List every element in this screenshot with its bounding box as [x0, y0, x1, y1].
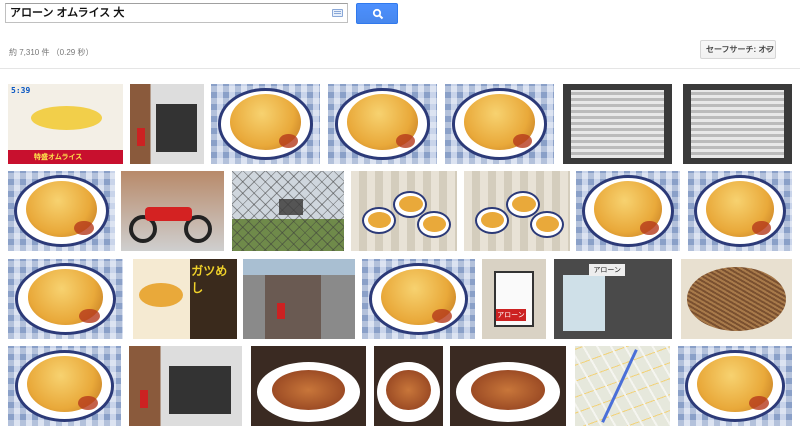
search-header: アローン オムライス 大 [0, 0, 800, 28]
image-result-table-with-dishes[interactable] [351, 171, 457, 251]
image-result-red-motorcycle[interactable] [121, 171, 224, 251]
building-shape [265, 275, 322, 339]
noodle-shape [686, 267, 787, 331]
cutlet-shape [271, 370, 346, 410]
image-result-shop-entrance[interactable]: アローン [554, 259, 672, 339]
tv-overlay-text: 特盛オムライス [34, 154, 83, 161]
display-window [563, 275, 605, 331]
omurice-shape [480, 212, 504, 228]
omurice-shape [31, 106, 103, 131]
image-result-cutlet-plate[interactable] [450, 346, 566, 426]
sauce-shape [79, 308, 100, 323]
sauce-shape [395, 133, 416, 148]
magazine-headline: ガツめし [191, 264, 228, 295]
sauce-shape [512, 133, 533, 148]
safe-search-button[interactable]: セーフサーチ: オフ [700, 40, 776, 59]
fence-mesh [232, 171, 344, 251]
omurice-shape [367, 212, 391, 228]
image-result-shop-sign[interactable]: アローン [482, 259, 546, 339]
image-result-tv-show-omurice[interactable]: 5:39 特盛オムライス [8, 84, 123, 164]
image-result-omurice-plate[interactable] [328, 84, 437, 164]
search-button[interactable] [356, 3, 398, 24]
shop-sign-shape [140, 390, 149, 408]
omurice-shape [139, 283, 183, 307]
sauce-shape [278, 133, 299, 148]
search-input[interactable]: アローン オムライス 大 [5, 3, 348, 23]
image-result-castle-through-fence[interactable] [232, 171, 344, 251]
motorcycle-body [145, 207, 192, 221]
shop-sign-shape [276, 303, 285, 319]
entrance-sign-text: アローン [589, 264, 626, 276]
image-result-omurice-plate[interactable] [445, 84, 554, 164]
image-result-menu-board[interactable] [683, 84, 792, 164]
image-result-omurice-plate[interactable] [688, 171, 792, 251]
image-result-omurice-plate[interactable] [8, 259, 123, 339]
cutlet-shape [470, 370, 546, 410]
image-result-menu-board[interactable] [563, 84, 672, 164]
keyboard-icon[interactable] [332, 9, 343, 17]
sauce-shape [752, 220, 772, 235]
magnifier-icon [372, 8, 384, 20]
image-result-cutlet-plate[interactable] [251, 346, 366, 426]
doorway [168, 366, 231, 414]
sign-text: アローン [496, 308, 526, 321]
cutlet-shape [386, 370, 431, 410]
sauce-shape [74, 220, 94, 235]
chevron-down-icon [765, 48, 771, 51]
image-result-noodle-dish[interactable] [681, 259, 792, 339]
sauce-shape [640, 220, 660, 235]
tv-timestamp: 5:39 [11, 86, 31, 95]
menu-paper [571, 90, 664, 158]
image-result-magazine-page[interactable]: ガツめし [133, 259, 237, 339]
omurice-shape [512, 196, 536, 212]
image-result-omurice-closeup[interactable] [8, 346, 121, 426]
result-stats: 約 7,310 件 （0.29 秒） [9, 48, 94, 57]
search-query-text: アローン オムライス 大 [10, 7, 125, 19]
image-result-table-with-dishes[interactable] [464, 171, 570, 251]
doorway [155, 104, 197, 152]
omurice-shape [535, 216, 560, 232]
omurice-shape [399, 196, 423, 212]
image-result-omurice-plate[interactable] [576, 171, 680, 251]
image-result-omurice-plate[interactable] [362, 259, 475, 339]
results-toolbar: 約 7,310 件 （0.29 秒） セーフサーチ: オフ [0, 33, 800, 69]
sauce-shape [748, 395, 770, 410]
image-result-storefront[interactable] [129, 346, 242, 426]
image-result-building-street[interactable] [243, 259, 355, 339]
omurice-shape [422, 216, 447, 232]
shop-sign-shape [137, 128, 146, 146]
map-roads [575, 346, 670, 426]
image-result-cutlet-plate[interactable] [374, 346, 443, 426]
menu-paper [691, 90, 784, 158]
image-result-omurice-plate[interactable] [211, 84, 320, 164]
image-result-storefront[interactable] [130, 84, 204, 164]
image-result-omurice-plate[interactable] [8, 171, 115, 251]
image-result-street-map[interactable] [575, 346, 670, 426]
image-result-omurice-plate[interactable] [678, 346, 792, 426]
